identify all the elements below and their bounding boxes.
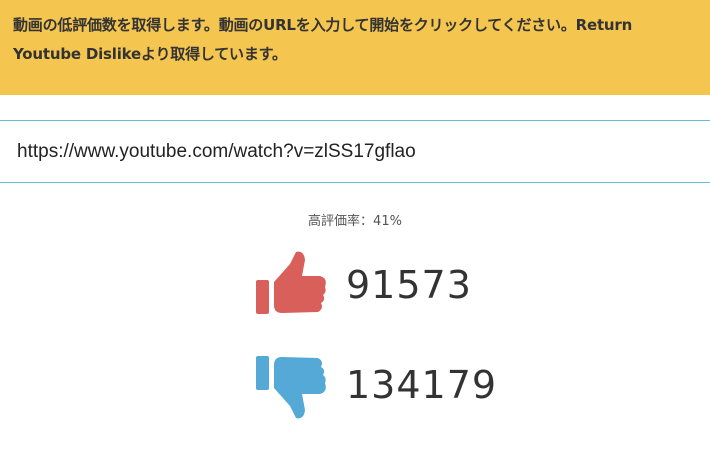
like-ratio: 高評価率：41% xyxy=(0,210,710,229)
like-count-row: 91573 xyxy=(252,250,472,320)
info-banner: 動画の低評価数を取得します。動画のURLを入力して開始をクリックしてください。R… xyxy=(0,0,710,95)
video-url-input[interactable] xyxy=(0,120,710,183)
banner-text: 動画の低評価数を取得します。動画のURLを入力して開始をクリックしてください。R… xyxy=(13,16,633,63)
like-count: 91573 xyxy=(346,263,472,307)
thumbs-down-icon xyxy=(256,356,326,419)
thumbs-up-icon xyxy=(256,251,326,314)
dislike-count: 134179 xyxy=(346,363,498,407)
like-ratio-value: 41% xyxy=(373,214,402,229)
dislike-count-row: 134179 xyxy=(252,350,497,420)
like-ratio-label: 高評価率： xyxy=(308,214,374,229)
